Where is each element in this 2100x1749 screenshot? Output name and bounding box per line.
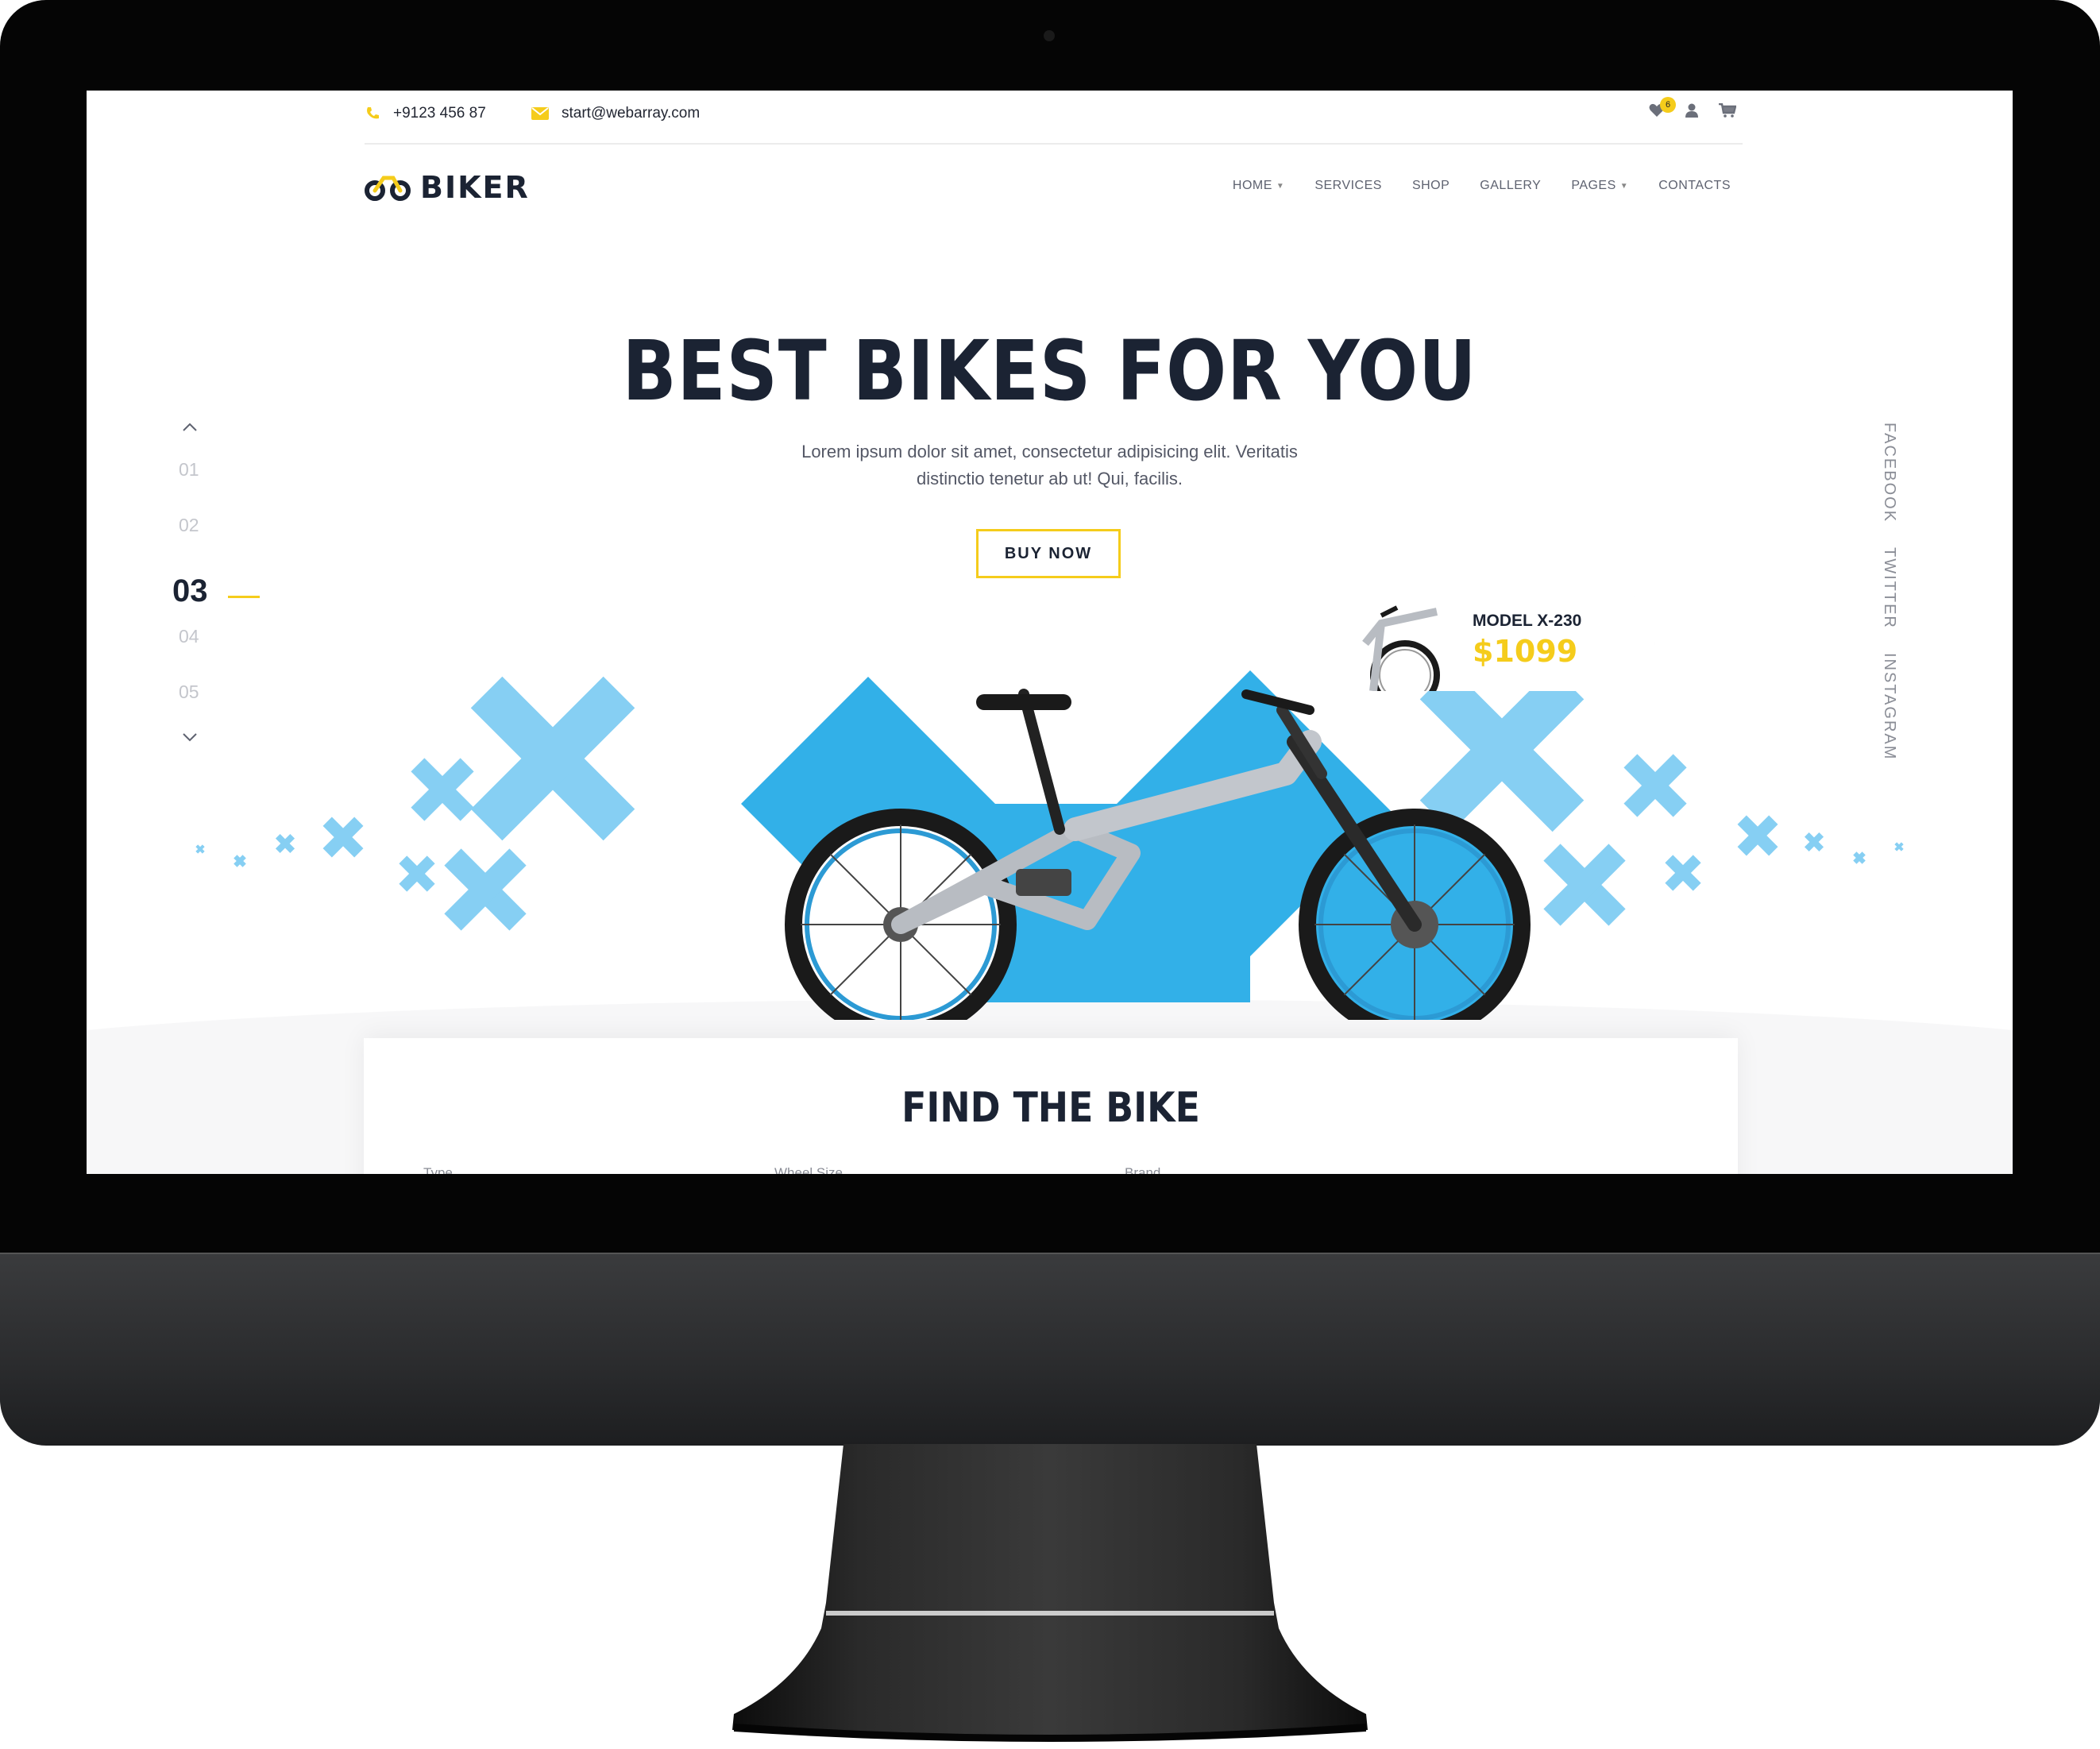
social-twitter[interactable]: TWITTER [1880,547,1898,629]
model-price: $1099 [1473,634,1578,669]
brand-logo[interactable]: BIKER [365,170,530,205]
cart-button[interactable] [1719,102,1737,122]
nav-home[interactable]: HOME ▼ [1233,179,1284,193]
monitor-stand [732,1444,1368,1742]
camera-icon [1044,30,1055,41]
top-bar: +9123 456 87 start@webarray.com 6 [365,91,1743,145]
slide-number-active[interactable]: 03 [172,573,208,609]
nav-label: GALLERY [1480,179,1542,192]
website-screen: +9123 456 87 start@webarray.com 6 BIKER … [87,91,2013,1174]
wishlist-count-badge: 6 [1660,97,1676,113]
slide-number[interactable]: 01 [179,459,199,481]
wishlist-button[interactable]: 6 [1649,97,1676,122]
hero-title: BEST BIKES FOR YOU [622,322,1477,419]
buy-now-button[interactable]: BUY NOW [976,529,1121,578]
bike-logo-icon [365,176,411,201]
hero-graphic [195,667,1904,1020]
model-name: MODEL X-230 [1473,612,1582,630]
email-contact[interactable]: start@webarray.com [531,105,700,122]
nav-label: SERVICES [1314,179,1382,192]
nav-label: PAGES [1571,179,1616,192]
filter-type-label: Type [423,1165,453,1174]
find-bike-title: FIND THE BIKE [901,1084,1200,1132]
nav-label: HOME [1232,179,1272,192]
phone-contact[interactable]: +9123 456 87 [365,105,486,122]
main-nav: HOME ▼ SERVICES SHOP GALLERY PAGES ▼ CONTA… [1233,179,1731,193]
chevron-up-icon[interactable] [182,423,198,432]
email-address: start@webarray.com [562,105,701,122]
model-thumbnail [1362,605,1440,691]
account-button[interactable] [1685,103,1698,122]
model-card[interactable]: MODEL X-230 $1099 [1349,596,1655,691]
nav-contacts[interactable]: CONTACTS [1658,179,1731,193]
nav-pages[interactable]: PAGES ▼ [1571,179,1628,193]
slide-number[interactable]: 04 [179,626,199,647]
filter-brand-label: Brand [1125,1165,1161,1174]
cart-icon [1719,102,1737,118]
nav-label: SHOP [1411,179,1450,192]
nav-shop[interactable]: SHOP [1412,179,1450,193]
phone-number: +9123 456 87 [393,105,486,122]
nav-label: CONTACTS [1658,179,1731,192]
filter-wheel-size-label: Wheel Size [774,1165,843,1174]
phone-icon [367,107,379,119]
find-bike-panel: FIND THE BIKE Type Wheel Size Brand [364,1038,1738,1174]
brand-name: BIKER [420,170,530,205]
top-actions: 6 [1649,97,1737,122]
active-slide-indicator [228,596,260,598]
chevron-down-icon: ▼ [1619,181,1629,191]
chevron-down-icon: ▼ [1276,181,1285,191]
social-facebook[interactable]: FACEBOOK [1880,423,1898,523]
slide-number[interactable]: 02 [179,515,199,536]
monitor-chin [0,1253,2100,1446]
user-icon [1685,103,1698,118]
hero-text: Lorem ipsum dolor sit amet, consectetur … [801,442,1298,488]
nav-services[interactable]: SERVICES [1314,179,1382,193]
envelope-icon [531,107,549,120]
nav-gallery[interactable]: GALLERY [1480,179,1541,193]
